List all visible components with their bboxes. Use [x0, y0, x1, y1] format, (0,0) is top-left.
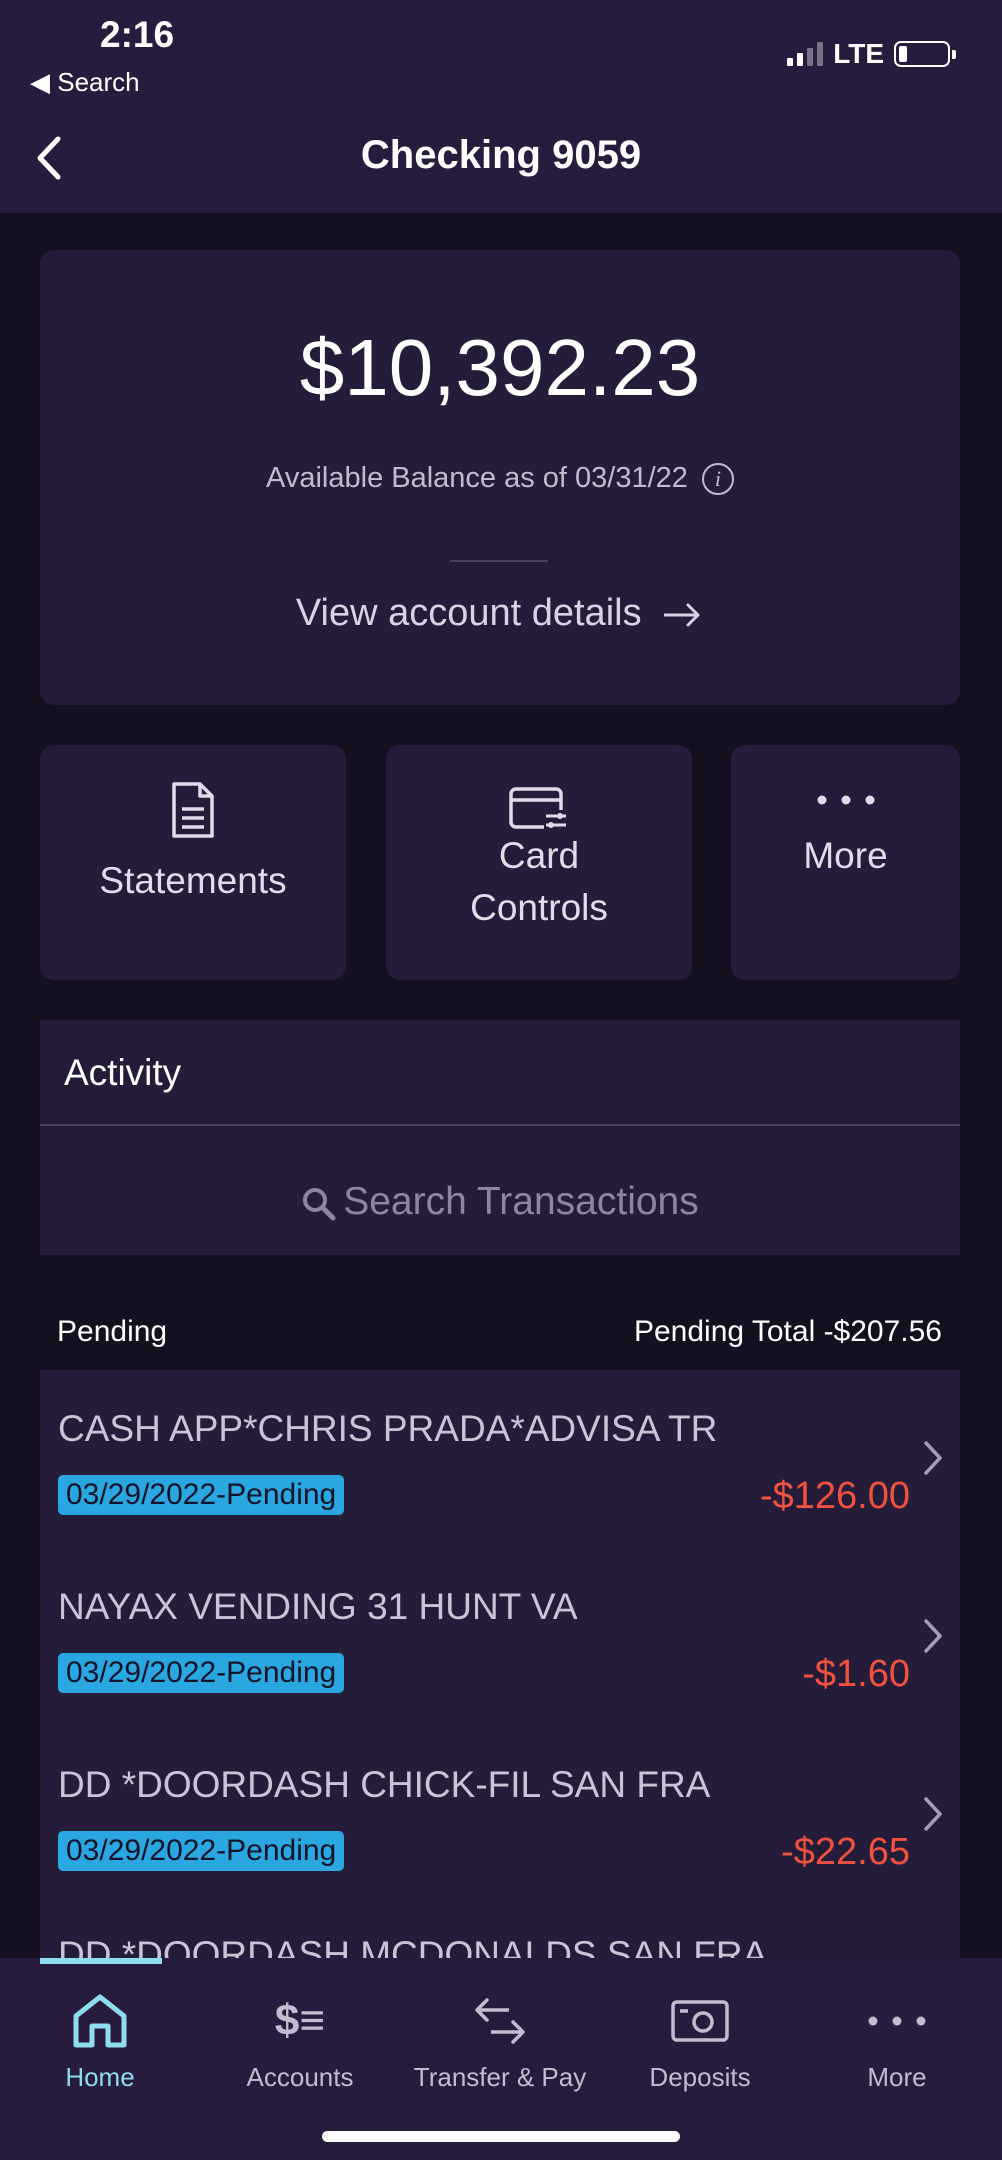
card-controls-label-2: Controls	[470, 887, 608, 928]
tab-home[interactable]: Home	[0, 1958, 200, 2093]
statements-button[interactable]: Statements	[40, 745, 346, 980]
activity-section: Activity Search Transactions	[40, 1020, 960, 1255]
status-time: 2:16	[100, 14, 175, 55]
tab-accounts[interactable]: $≡ Accounts	[200, 1958, 400, 2093]
document-icon	[172, 782, 214, 838]
pending-date-badge: 03/29/2022-Pending	[58, 1831, 345, 1871]
search-transactions-input[interactable]: Search Transactions	[40, 1180, 960, 1224]
card-controls-button[interactable]: Card Controls	[386, 745, 692, 980]
balance-label: Available Balance as of 03/31/22	[266, 462, 688, 494]
pending-date-badge: 03/29/2022-Pending	[58, 1653, 345, 1693]
signal-icon	[787, 42, 824, 66]
back-app-label: Search	[57, 67, 140, 97]
divider	[450, 560, 548, 562]
tab-deposits[interactable]: Deposits	[600, 1958, 800, 2093]
tab-deposits-label: Deposits	[649, 2062, 751, 2092]
transaction-name: NAYAX VENDING 31 HUNT VA	[58, 1586, 578, 1627]
back-triangle-icon: ◀	[30, 67, 50, 97]
battery-icon	[894, 41, 956, 67]
header: 2:16 ◀ Search LTE Checking 9059	[0, 0, 1002, 213]
status-indicators: LTE	[787, 38, 956, 70]
home-indicator	[322, 2131, 680, 2142]
more-actions-button[interactable]: More	[731, 745, 960, 980]
chevron-right-icon	[924, 1619, 942, 1653]
accounts-icon: $≡	[274, 1996, 326, 2045]
more-dots-icon	[868, 2016, 926, 2026]
statements-label: Statements	[99, 860, 287, 901]
view-account-details-link[interactable]: View account details	[40, 592, 960, 635]
transaction-row[interactable]: NAYAX VENDING 31 HUNT VA 03/29/2022-Pend…	[40, 1548, 960, 1726]
transfer-arrows-icon	[475, 1998, 525, 2044]
home-icon	[73, 1994, 127, 2048]
info-icon[interactable]: i	[701, 463, 734, 496]
transaction-row[interactable]: DD *DOORDASH CHICK-FIL SAN FRA 03/29/202…	[40, 1726, 960, 1904]
back-to-app-link[interactable]: ◀ Search	[30, 67, 140, 98]
transaction-row[interactable]: DD *DOORDASH MCDONALDS SAN FRA	[40, 1904, 960, 1958]
chevron-right-icon	[924, 1441, 942, 1475]
search-icon	[303, 1187, 336, 1221]
active-tab-indicator	[40, 1958, 162, 1964]
deposit-check-icon	[671, 2000, 729, 2042]
pending-label: Pending	[57, 1315, 168, 1348]
tab-more-label: More	[867, 2062, 927, 2092]
transaction-amount: -$22.65	[781, 1831, 910, 1873]
transaction-name: CASH APP*CHRIS PRADA*ADVISA TR	[58, 1408, 718, 1449]
activity-title: Activity	[64, 1052, 182, 1093]
pending-total: Pending Total -$207.56	[633, 1315, 942, 1348]
divider	[40, 1124, 960, 1126]
transaction-name: DD *DOORDASH CHICK-FIL SAN FRA	[58, 1764, 711, 1805]
transaction-name: DD *DOORDASH MCDONALDS SAN FRA	[58, 1934, 768, 1958]
pending-header: Pending Pending Total -$207.56	[57, 1315, 942, 1349]
balance-card: $10,392.23 Available Balance as of 03/31…	[40, 250, 960, 705]
tab-transfer-pay[interactable]: Transfer & Pay	[400, 1958, 600, 2093]
transaction-amount: -$1.60	[802, 1653, 910, 1695]
view-account-details-label: View account details	[295, 592, 642, 634]
transaction-row[interactable]: CASH APP*CHRIS PRADA*ADVISA TR 03/29/202…	[40, 1370, 960, 1548]
page-title: Checking 9059	[360, 133, 642, 177]
more-actions-label: More	[803, 835, 888, 876]
chevron-right-icon	[924, 1797, 942, 1831]
pending-date-badge: 03/29/2022-Pending	[58, 1475, 345, 1515]
balance-label-row: Available Balance as of 03/31/22 i	[40, 462, 960, 496]
more-dots-icon	[817, 795, 874, 805]
network-label: LTE	[833, 38, 884, 69]
tab-more[interactable]: More	[797, 1958, 997, 2093]
search-placeholder: Search Transactions	[343, 1180, 699, 1223]
card-controls-label-1: Card	[498, 835, 580, 876]
arrow-right-icon	[664, 603, 700, 627]
balance-amount: $10,392.23	[299, 323, 701, 412]
tab-home-label: Home	[65, 2062, 135, 2092]
tab-bar: Home $≡ Accounts Transfer & Pay Deposits	[0, 1958, 1002, 2160]
card-controls-icon	[509, 787, 568, 830]
transaction-amount: -$126.00	[759, 1475, 910, 1517]
tab-transfer-pay-label: Transfer & Pay	[413, 2062, 587, 2092]
tab-accounts-label: Accounts	[246, 2062, 354, 2092]
